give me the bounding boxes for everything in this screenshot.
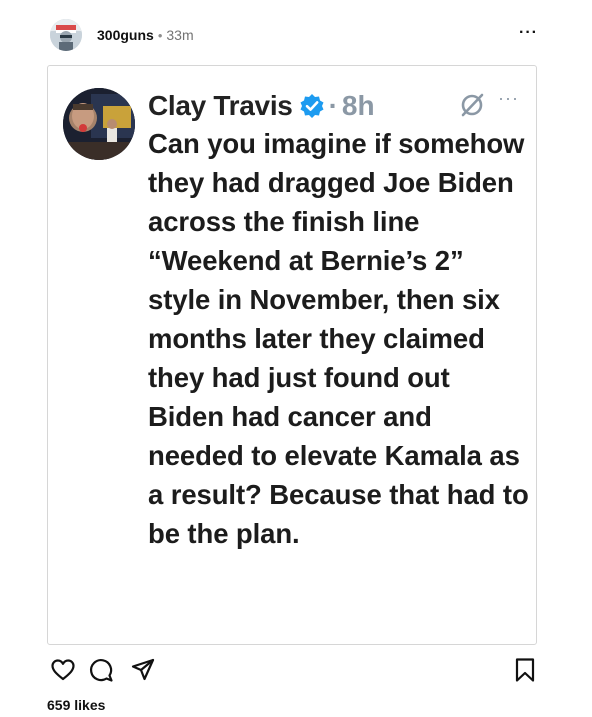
tweet-more-icon: ··· [498,88,519,108]
tweet-time: 8h [341,90,375,121]
paper-plane-icon[interactable] [130,657,156,683]
post-header: 300guns • 33m ··· [50,17,540,53]
like-count[interactable]: 659 likes [47,697,105,713]
tweet-author-avatar [63,88,135,160]
user-avatar[interactable] [50,19,82,51]
post-media-tweet-screenshot: Clay Travis · 8h ··· Can you imagine if … [47,65,537,645]
tweet-author-name: Clay Travis [148,90,293,121]
post-timestamp: 33m [166,27,194,43]
grok-icon [458,91,486,119]
tweet-time-separator: · [328,90,338,121]
post-username[interactable]: 300guns [97,27,154,43]
post-action-bar [50,657,540,685]
header-separator: • [157,27,163,43]
comment-bubble-icon[interactable] [88,657,114,683]
bookmark-icon[interactable] [512,657,538,683]
tweet-header: Clay Travis · 8h [148,86,375,126]
tweet-text: Can you imagine if somehow they had drag… [148,128,529,549]
post-more-button[interactable]: ··· [519,25,538,41]
verified-badge-icon [299,93,325,119]
heart-icon[interactable] [50,657,76,683]
